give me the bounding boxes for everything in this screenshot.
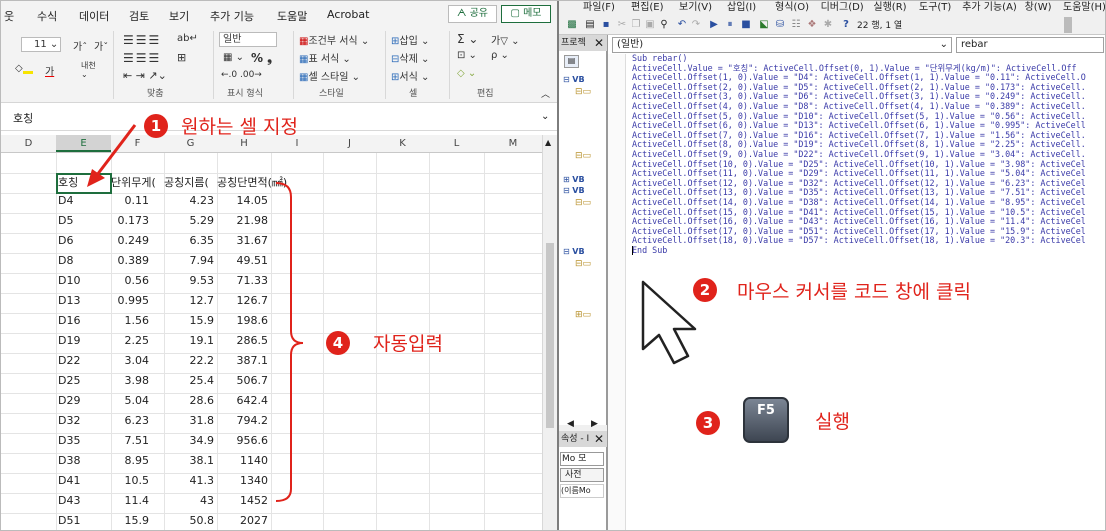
annotation-arrowhead xyxy=(87,169,105,187)
mouse-cursor-icon xyxy=(641,280,697,365)
annotation-arrow xyxy=(95,124,137,176)
step-3-badge: 3 xyxy=(696,411,720,435)
screenshot: 웃 수식 데이터 검토 보기 추가 기능 도움말 Acrobat ᗅ 공유 ▢ … xyxy=(0,0,1106,531)
f5-key-label: F5 xyxy=(757,403,775,418)
step-1-badge: 1 xyxy=(144,114,168,138)
step-3-label: 실행 xyxy=(815,411,850,433)
step-2-label: 마우스 커서를 코드 창에 클릭 xyxy=(737,281,971,303)
annotation-bracket xyxy=(275,182,304,502)
step-2-badge: 2 xyxy=(693,278,717,302)
step-4-badge: 4 xyxy=(326,331,350,355)
step-1-label: 원하는 셀 지정 xyxy=(181,116,298,138)
f5-key-icon: F5 xyxy=(743,397,789,443)
step-4-label: 자동입력 xyxy=(373,333,443,355)
annotation-overlay xyxy=(87,124,697,502)
